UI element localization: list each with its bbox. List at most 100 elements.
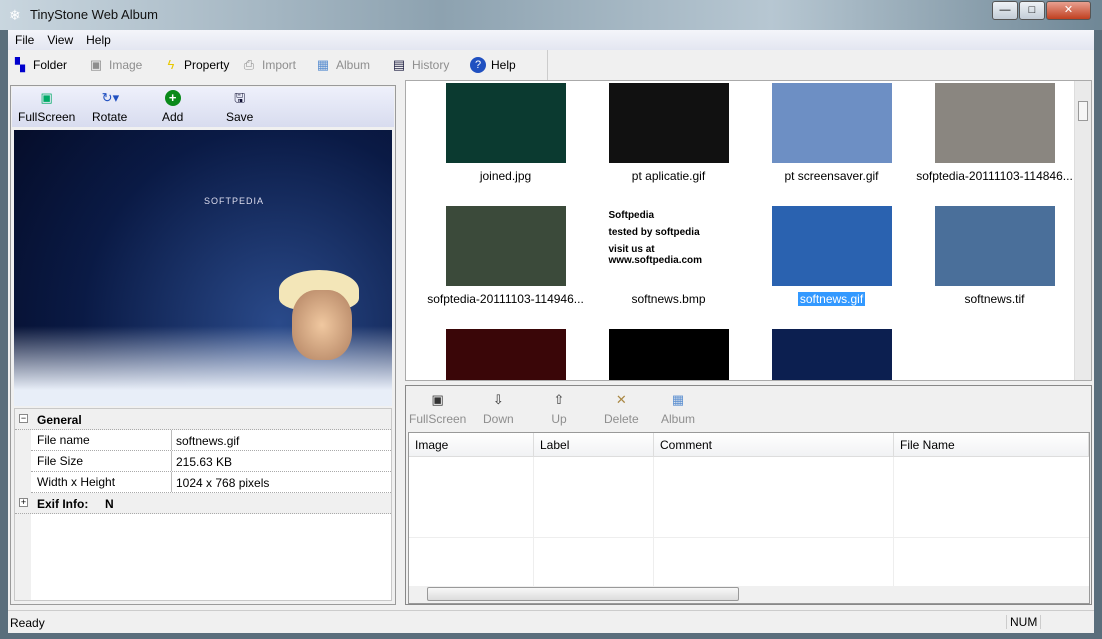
down-button[interactable]: ⇩ Down (483, 392, 514, 426)
num-lock-indicator: NUM (1006, 615, 1042, 629)
property-row[interactable]: File Size 215.63 KB (31, 451, 391, 472)
vertical-scrollbar[interactable] (1074, 81, 1091, 380)
thumbnail-label: pt screensaver.gif (784, 169, 879, 183)
thumbnail-image (934, 83, 1055, 163)
help-icon: ? (470, 57, 486, 73)
thumbnail-image (608, 83, 729, 163)
thumbnail-item[interactable]: joined.jpg (424, 83, 587, 183)
menu-help[interactable]: Help (79, 30, 117, 47)
thumbnail-label: sofptedia-20111103-114946... (427, 292, 584, 306)
column-header-image[interactable]: Image (409, 433, 534, 457)
up-button[interactable]: ⇧ Up (551, 392, 567, 426)
preview-subject-face (292, 290, 352, 360)
import-button[interactable]: ⎙ Import (241, 57, 296, 73)
menu-view[interactable]: View (40, 30, 79, 47)
thumbnail-label: softnews.bmp (631, 292, 706, 306)
thumbnail-item[interactable]: Softpedia tested by softpedia visit us at … (587, 206, 750, 306)
album-icon: ▦ (671, 392, 685, 407)
thumbnail-image: Softpedia tested by softpedia visit us at … (608, 206, 729, 286)
album-fullscreen-button[interactable]: ▣ FullScreen (409, 392, 466, 426)
add-icon: + (164, 90, 181, 106)
fullscreen-button[interactable]: ▣ FullScreen (18, 90, 75, 124)
thumbnail-item[interactable] (587, 329, 750, 380)
delete-button[interactable]: ✕ Delete (604, 392, 639, 426)
thumbnail-item[interactable]: pt screensaver.gif (750, 83, 913, 183)
thumbnail-image (771, 83, 892, 163)
category-exif[interactable]: + Exif Info: N (15, 493, 391, 514)
window-title: TinyStone Web Album (30, 7, 158, 22)
maximize-button[interactable]: □ (1019, 1, 1045, 20)
thumbnail-label: joined.jpg (479, 169, 532, 183)
scrollbar-thumb[interactable] (1078, 101, 1088, 121)
horizontal-scrollbar[interactable] (409, 586, 1089, 603)
thumbnail-image (771, 206, 892, 286)
menu-file[interactable]: File (8, 30, 40, 47)
row-divider (409, 537, 1089, 538)
image-button[interactable]: ▣ Image (88, 57, 143, 73)
album-panel: ▣ FullScreen ⇩ Down ⇧ Up ✕ Delete ▦ Album Ima… (405, 385, 1092, 605)
thumbnail-image (445, 206, 566, 286)
category-general[interactable]: − General (15, 409, 391, 430)
album-list: Image Label Comment File Name (408, 432, 1090, 604)
thumbnail-item[interactable] (424, 329, 587, 380)
image-preview: SOFTPEDIA (14, 130, 392, 406)
rotate-icon: ↻▾ (101, 90, 120, 105)
add-button[interactable]: + Add (162, 90, 183, 124)
thumbnail-text: tested by softpedia (608, 227, 700, 238)
preview-logo: SOFTPEDIA (204, 196, 265, 206)
expand-icon[interactable]: + (19, 498, 28, 507)
thumbnail-item[interactable]: pt aplicatie.gif (587, 83, 750, 183)
album-view-button[interactable]: ▦ Album (661, 392, 695, 426)
lightning-icon: ϟ (167, 57, 175, 72)
preview-toolbar: ▣ FullScreen ↻▾ Rotate + Add 🖫 Save (12, 87, 394, 127)
delete-icon: ✕ (615, 392, 627, 407)
close-button[interactable]: ✕ (1046, 1, 1091, 20)
collapse-icon[interactable]: − (19, 414, 28, 423)
thumbnail-item[interactable] (750, 329, 913, 380)
history-icon: ▤ (392, 57, 406, 72)
thumbnail-label: sofptedia-20111103-114846... (916, 169, 1073, 183)
scrollbar-thumb[interactable] (427, 587, 739, 601)
property-button[interactable]: ϟ Property (163, 57, 230, 73)
thumbnail-text: Softpedia (608, 210, 655, 221)
thumbnail-grid: softnews.tif softnews.gif Softpedia tested … (405, 80, 1092, 381)
history-button[interactable]: ▤ History (391, 57, 450, 73)
save-icon: 🖫 (234, 90, 246, 105)
column (534, 457, 654, 587)
column (409, 457, 534, 587)
thumbnail-text: visit us at www.softpedia.com (608, 244, 703, 266)
minimize-button[interactable]: — (992, 1, 1018, 20)
thumbnail-item[interactable]: softnews.tif (913, 206, 1076, 306)
save-button[interactable]: 🖫 Save (226, 90, 253, 124)
column-header-file-name[interactable]: File Name (894, 433, 1089, 457)
import-icon: ⎙ (243, 57, 255, 72)
thumbnail-label: pt aplicatie.gif (631, 169, 706, 183)
fullscreen-icon: ▣ (431, 392, 444, 407)
thumbnail-image (445, 83, 566, 163)
thumbnail-label: softnews.tif (964, 292, 1025, 306)
help-button[interactable]: ? Help (470, 57, 516, 73)
thumbnail-item[interactable]: sofptedia-20111103-114946... (424, 206, 587, 306)
thumbnail-label: softnews.gif (797, 292, 866, 306)
column-header-comment[interactable]: Comment (654, 433, 894, 457)
status-bar: Ready NUM (8, 610, 1094, 633)
column-header-label[interactable]: Label (534, 433, 654, 457)
preview-panel: ▣ FullScreen ↻▾ Rotate + Add 🖫 Save SOFTPEDI… (10, 85, 396, 605)
title-bar: ❄ TinyStone Web Album — □ ✕ (0, 0, 1102, 30)
column (654, 457, 894, 587)
thumbnail-image (771, 329, 892, 380)
folder-tree-icon: ▚ (15, 57, 25, 72)
album-button[interactable]: ▦ Album (315, 57, 370, 73)
fullscreen-icon: ▣ (40, 90, 53, 105)
folder-button[interactable]: ▚ Folder (12, 57, 67, 73)
property-row[interactable]: File name softnews.gif (31, 430, 391, 451)
property-row[interactable]: Width x Height 1024 x 768 pixels (31, 472, 391, 493)
thumbnail-image (445, 329, 566, 380)
main-toolbar: ▚ Folder ▣ Image ϟ Property ⎙ Import ▦ Album … (8, 50, 548, 80)
album-icon: ▦ (316, 57, 330, 72)
thumbnail-item[interactable]: sofptedia-20111103-114846... (913, 83, 1076, 183)
thumbnail-item[interactable]: softnews.gif (750, 206, 913, 306)
thumbnail-image (608, 329, 729, 380)
status-text: Ready (10, 616, 45, 630)
rotate-button[interactable]: ↻▾ Rotate (92, 90, 127, 124)
